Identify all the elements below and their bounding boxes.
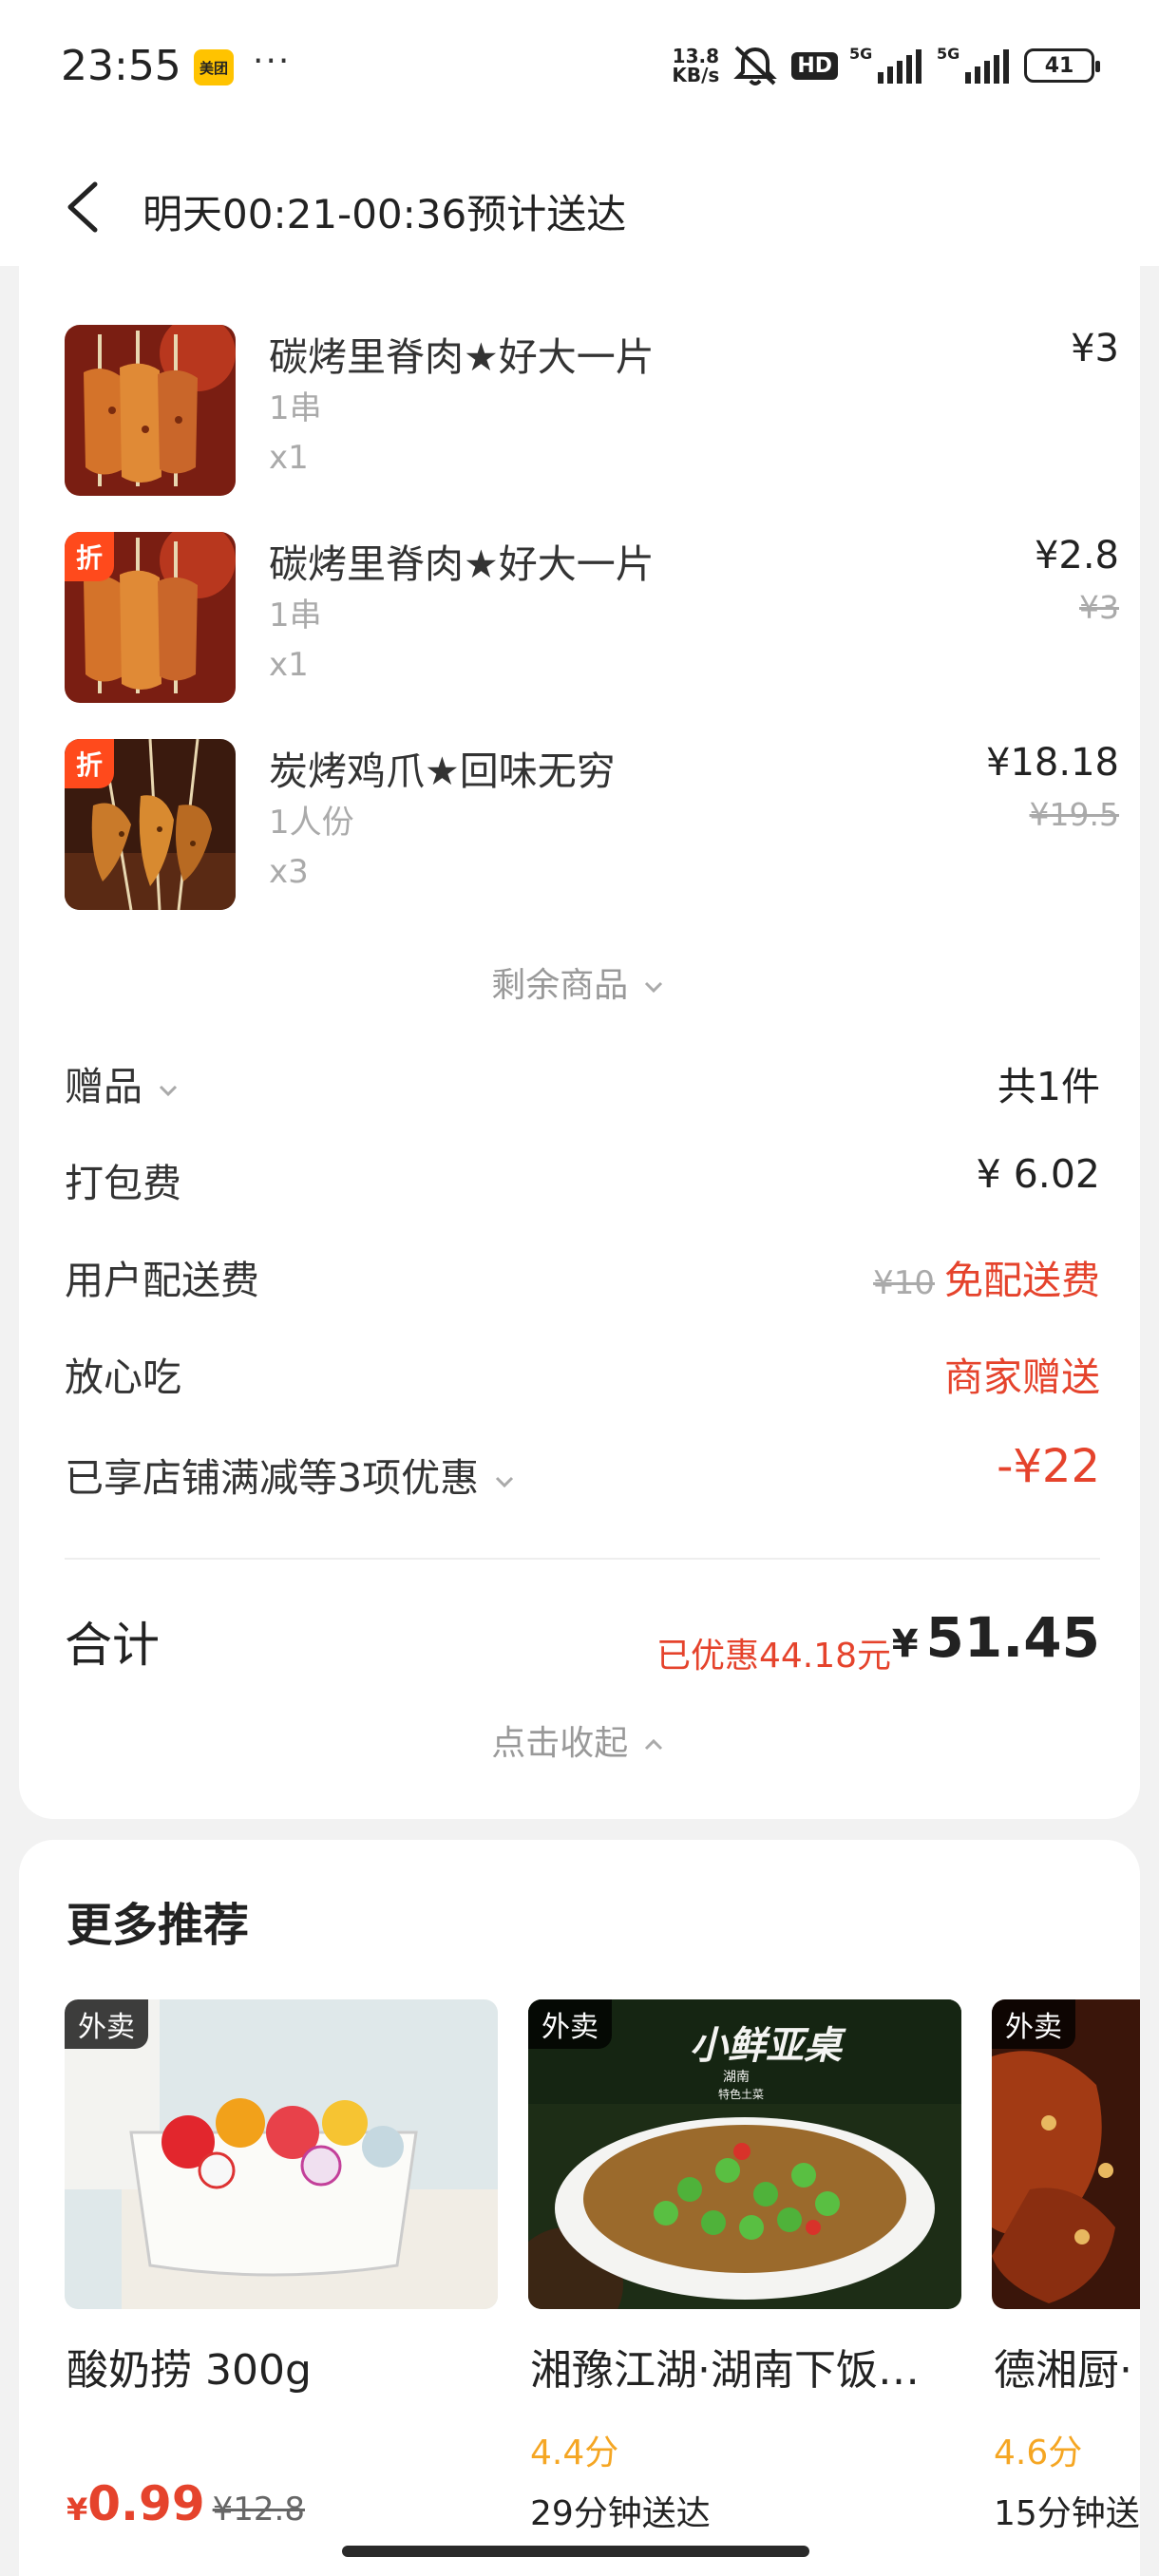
net-speed: 13.8 KB/s [672, 47, 719, 85]
total-label: 合计 [65, 1618, 160, 1673]
signal-icon-1: 5G [849, 45, 922, 84]
item-image [65, 325, 236, 496]
gift-label-text: 赠品 [65, 1064, 142, 1109]
delivery-tag: 外卖 [992, 1999, 1075, 2049]
svg-text:5G: 5G [937, 45, 960, 63]
item-name: 碳烤里脊肉★好大一片 [269, 334, 655, 380]
recommendation-name: 德湘厨· [994, 2346, 1132, 2395]
order-item[interactable]: 折 炭烤鸡爪★回味无穷 1人份 x3 ¥18.18 ¥19.5 [65, 739, 1119, 910]
total-currency: ¥ [891, 1622, 919, 1666]
divider [65, 1558, 1100, 1560]
discount-label: 已享店铺满减等3项优惠 [65, 1446, 518, 1503]
collapse-label: 点击收起 [491, 1724, 629, 1763]
recommendation-rating: 4.4分 [530, 2434, 619, 2472]
recommendation-image: 小鲜亚桌 湖南 特色土菜 外卖 [528, 1999, 961, 2309]
item-price: ¥18.18 [986, 741, 1119, 785]
recommendation-delivery-time: 15分钟送 [994, 2494, 1140, 2533]
status-time: 23:55 [61, 42, 181, 90]
order-item[interactable]: 折 碳烤里脊肉★好大一片 1串 x1 ¥2.8 ¥3 [65, 532, 1119, 703]
collapse-toggle[interactable]: 点击收起 [19, 1715, 1140, 1765]
item-qty: x1 [269, 439, 309, 477]
item-image: 折 [65, 532, 236, 703]
meituan-app-icon: 美团 [194, 49, 234, 85]
saved-amount: 已优惠44.18元 [656, 1637, 891, 1676]
remaining-items-label: 剩余商品 [491, 966, 629, 1005]
chevron-down-icon [159, 1085, 178, 1097]
signal-icon-2: 5G [937, 45, 1009, 84]
restaurant-logo-text: 小鲜亚桌 [690, 2023, 846, 2068]
recommendation-name: 酸奶捞 300g [66, 2346, 312, 2395]
item-spec: 1串 [269, 597, 322, 635]
discount-row[interactable]: 已享店铺满减等3项优惠 -¥22 [65, 1440, 1100, 1512]
back-arrow-icon[interactable] [57, 179, 114, 236]
net-speed-unit: KB/s [672, 64, 720, 86]
status-icons: 13.8 KB/s HD 5G 5G 41 [672, 44, 1100, 87]
remaining-items-toggle[interactable]: 剩余商品 [19, 957, 1140, 1007]
delivery-eta-title: 明天00:21-00:36预计送达 [142, 191, 627, 237]
price-original: ¥12.8 [212, 2491, 305, 2529]
mute-bell-icon [733, 46, 778, 85]
more-notifications-icon: ··· [253, 42, 292, 81]
delivery-tag: 外卖 [528, 1999, 612, 2049]
restaurant-logo-sub2: 特色土菜 [718, 2087, 764, 2101]
free-delivery-label: 免配送费 [944, 1258, 1100, 1303]
delivery-fee-row: 用户配送费 ¥10 免配送费 [65, 1248, 1100, 1315]
item-original-price: ¥3 [1079, 589, 1119, 626]
chevron-down-icon [496, 1476, 514, 1488]
discount-tag: 折 [65, 532, 114, 581]
discount-tag: 折 [65, 739, 114, 788]
item-price: ¥2.8 [1034, 534, 1119, 578]
price-value: 0.99 [87, 2476, 205, 2531]
restaurant-logo-sub1: 湖南 [723, 2070, 750, 2085]
net-speed-value: 13.8 [672, 45, 720, 67]
delivery-fee-value: ¥10 免配送费 [873, 1248, 1100, 1305]
svg-text:5G: 5G [849, 45, 872, 63]
item-name: 碳烤里脊肉★好大一片 [269, 541, 655, 587]
order-detail-card: 碳烤里脊肉★好大一片 1串 x1 ¥3 折 碳烤里脊肉★好大一片 1串 x1 ¥… [19, 256, 1140, 1819]
total-amount-value: 51.45 [925, 1605, 1100, 1670]
item-image: 折 [65, 739, 236, 910]
item-qty: x1 [269, 646, 309, 684]
item-name: 炭烤鸡爪★回味无穷 [269, 748, 616, 794]
recommendation-image: 外卖 [65, 1999, 498, 2309]
battery-icon: 41 [1024, 48, 1100, 83]
chevron-down-icon [644, 981, 662, 994]
safe-eat-label: 放心吃 [65, 1354, 181, 1400]
gift-row[interactable]: 赠品 共1件 [65, 1054, 1100, 1121]
item-qty: x3 [269, 853, 309, 891]
recommendation-rating: 4.6分 [994, 2434, 1083, 2472]
price-currency: ¥ [66, 2491, 88, 2528]
packing-fee-label: 打包费 [65, 1161, 181, 1206]
chevron-up-icon [644, 1738, 662, 1751]
item-price: ¥3 [1071, 327, 1119, 370]
recommendations-title: 更多推荐 [66, 1899, 250, 1952]
recommendation-price: ¥0.99 ¥12.8 [66, 2476, 305, 2531]
home-indicator[interactable] [342, 2546, 809, 2557]
gift-value: 共1件 [997, 1064, 1100, 1109]
delivery-fee-original: ¥10 [873, 1264, 935, 1302]
recommendation-image: 外卖 [992, 1999, 1140, 2309]
recommendation-name: 湘豫江湖·湖南下饭… [530, 2346, 920, 2395]
recommendation-delivery-time: 29分钟送达 [530, 2494, 711, 2533]
discount-label-text: 已享店铺满减等3项优惠 [65, 1455, 480, 1501]
safe-eat-row: 放心吃 商家赠送 [65, 1345, 1100, 1411]
total-amount: ¥51.45 [892, 1605, 1100, 1670]
safe-eat-value: 商家赠送 [944, 1354, 1100, 1400]
item-spec: 1串 [269, 389, 322, 427]
discount-value: -¥22 [997, 1440, 1100, 1493]
delivery-fee-label: 用户配送费 [65, 1258, 259, 1303]
item-spec: 1人份 [269, 804, 354, 842]
status-bar: 23:55 美团 ··· 13.8 KB/s HD 5G 5G 41 [0, 0, 1159, 133]
delivery-tag: 外卖 [65, 1999, 148, 2049]
packing-fee-value: ¥ 6.02 [976, 1151, 1100, 1197]
order-item[interactable]: 碳烤里脊肉★好大一片 1串 x1 ¥3 [65, 325, 1119, 496]
gift-label: 赠品 [65, 1054, 181, 1111]
hd-icon: HD [791, 51, 838, 80]
item-original-price: ¥19.5 [1029, 796, 1119, 833]
packing-fee-row: 打包费 ¥ 6.02 [65, 1151, 1100, 1218]
recommendations-section: 更多推荐 外卖 酸奶捞 300g ¥0.99 ¥12.8 小鲜亚桌 湖南 特色土… [19, 1840, 1140, 2576]
